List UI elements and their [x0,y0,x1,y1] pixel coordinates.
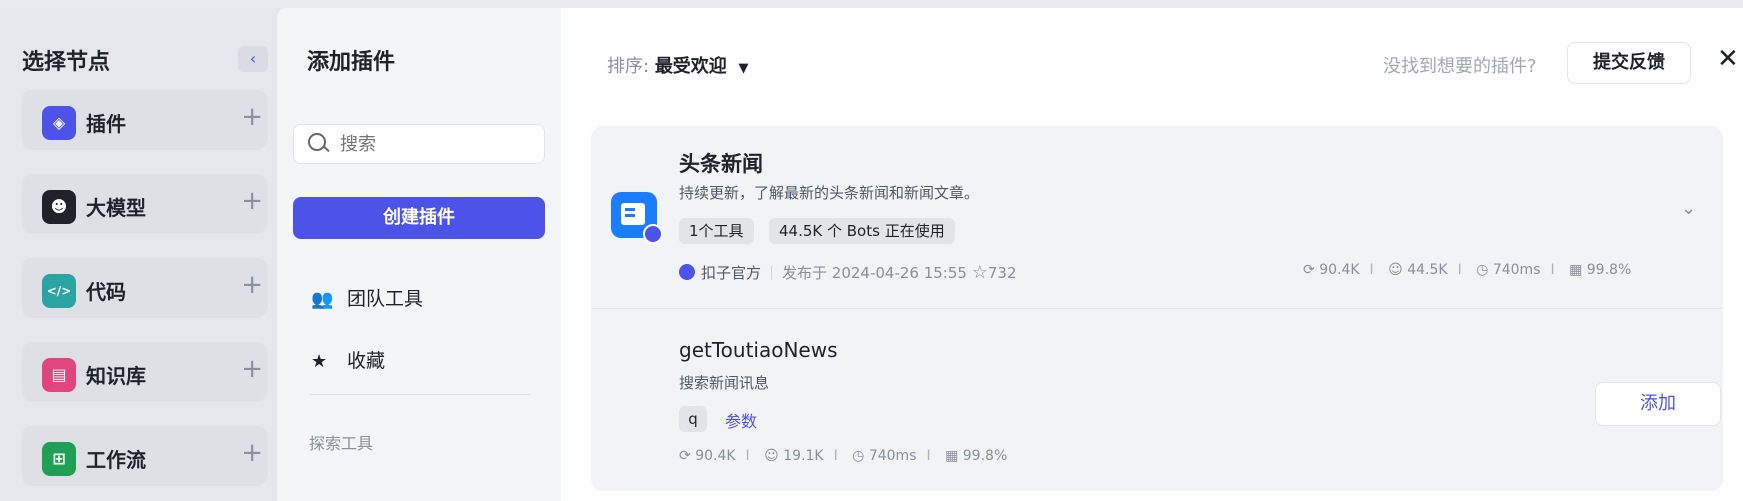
success-rate-icon: ▦ [945,448,959,464]
node-item-label: 知识库 [86,364,146,388]
feedback-button[interactable]: 提交反馈 [1567,42,1691,84]
code-icon: </> [42,274,76,308]
official-badge-icon [643,224,663,244]
bots-count: 44.5K [1407,262,1448,278]
search-input[interactable] [338,133,532,156]
sort-label: 排序: [607,56,650,77]
node-item-plugin[interactable]: ◈ 插件 + [22,90,267,148]
bots-usage-tag: 44.5K 个 Bots 正在使用 [769,218,955,244]
search-icon [308,133,326,151]
node-item-label: 工作流 [86,448,146,472]
robot-face-icon: ☻ [42,190,76,224]
explore-section-label: 探索工具 [309,434,374,453]
success-rate: 99.8% [962,448,1008,464]
modal-sidebar: 添加插件 创建插件 👥 团队工具 ★ 收藏 探索工具 [277,8,561,501]
calls-count: 90.4K [695,448,736,464]
collapse-button[interactable]: ‹ [238,46,268,72]
sidebar-item-team-tools[interactable]: 👥 团队工具 [311,284,423,311]
sidebar-item-label: 团队工具 [347,288,424,310]
favorite-count: 732 [987,264,1017,282]
bot-icon: ☺ [1388,262,1403,278]
close-icon[interactable]: ✕ [1717,44,1739,74]
plugin-description: 持续更新，了解最新的头条新闻和新闻文章。 [679,184,980,202]
modal-title: 添加插件 [307,50,396,75]
tool-count-tag: 1个工具 [679,218,754,244]
latency: 740ms [868,448,917,464]
add-plugin-modal: 添加插件 创建插件 👥 团队工具 ★ 收藏 探索工具 排序: 最受欢迎 ▼ 没找到想… [277,8,1743,501]
calls-icon: ⟳ [679,448,691,464]
add-icon[interactable]: + [241,102,263,132]
latency: 740ms [1492,262,1541,278]
add-icon[interactable]: + [241,438,263,468]
bot-icon: ☺ [764,448,779,464]
plugin-name: 头条新闻 [679,152,763,176]
calls-icon: ⟳ [1303,262,1315,278]
tool-name: getToutiaoNews [679,338,838,362]
caret-down-icon: ▼ [738,61,749,76]
node-item-code[interactable]: </> 代码 + [22,258,267,316]
node-item-knowledge[interactable]: ▤ 知识库 + [22,342,267,400]
node-panel-title: 选择节点 [22,50,111,75]
tool-stats: ⟳ 90.4K I ☺ 19.1K I ◷ 740ms I ▦ 99.8% [679,448,1008,464]
publisher-name: 扣子官方 [701,264,762,282]
card-divider [591,308,1723,309]
node-item-label: 插件 [86,112,126,136]
sidebar-item-label: 收藏 [347,350,386,372]
param-chip: q [679,406,707,432]
add-icon[interactable]: + [241,186,263,216]
search-box[interactable] [293,124,545,164]
plugin-stats: ⟳ 90.4K I ☺ 44.5K I ◷ 740ms I ▦ 99.8% [1303,262,1632,278]
top-strip [0,0,1743,8]
sort-dropdown[interactable]: 排序: 最受欢迎 ▼ [607,52,749,78]
team-icon: 👥 [311,289,334,310]
node-item-workflow[interactable]: ⊞ 工作流 + [22,426,267,484]
clock-icon: ◷ [1476,262,1489,278]
add-icon[interactable]: + [241,270,263,300]
node-item-label: 大模型 [86,196,146,220]
node-item-label: 代码 [86,280,126,304]
news-plugin-logo [611,192,663,244]
bots-count: 19.1K [783,448,824,464]
star-filled-icon: ★ [311,351,328,372]
no-find-text: 没找到想要的插件? [1383,56,1537,77]
add-icon[interactable]: + [241,354,263,384]
node-panel: 选择节点 ‹ ◈ 插件 + ☻ 大模型 + </> 代码 + ▤ 知识库 + ⊞… [0,8,290,501]
sidebar-item-favorites[interactable]: ★ 收藏 [311,346,385,373]
sidebar-divider [309,394,531,395]
params-link[interactable]: 参数 [725,408,757,432]
workflow-icon: ⊞ [42,442,76,476]
calls-count: 90.4K [1319,262,1360,278]
plugin-meta: 扣子官方 发布于 2024-04-26 15:55 ☆732 [679,262,1017,283]
newspaper-icon [621,203,645,225]
sort-value: 最受欢迎 [654,56,727,77]
clock-icon: ◷ [852,448,865,464]
success-rate: 99.8% [1586,262,1632,278]
chevron-down-icon[interactable]: ⌄ [1681,198,1696,219]
tool-description: 搜索新闻讯息 [679,374,770,392]
coze-official-icon [679,264,695,280]
book-icon: ▤ [42,358,76,392]
create-plugin-button[interactable]: 创建插件 [293,197,545,239]
star-outline-icon[interactable]: ☆ [972,262,988,283]
add-tool-button[interactable]: 添加 [1595,382,1721,426]
success-rate-icon: ▦ [1569,262,1583,278]
cube-icon: ◈ [42,106,76,140]
meta-separator [771,266,773,280]
publish-date: 发布于 2024-04-26 15:55 [782,264,967,282]
plugin-card[interactable]: 头条新闻 持续更新，了解最新的头条新闻和新闻文章。 1个工具 44.5K 个 B… [591,126,1723,491]
node-item-llm[interactable]: ☻ 大模型 + [22,174,267,232]
